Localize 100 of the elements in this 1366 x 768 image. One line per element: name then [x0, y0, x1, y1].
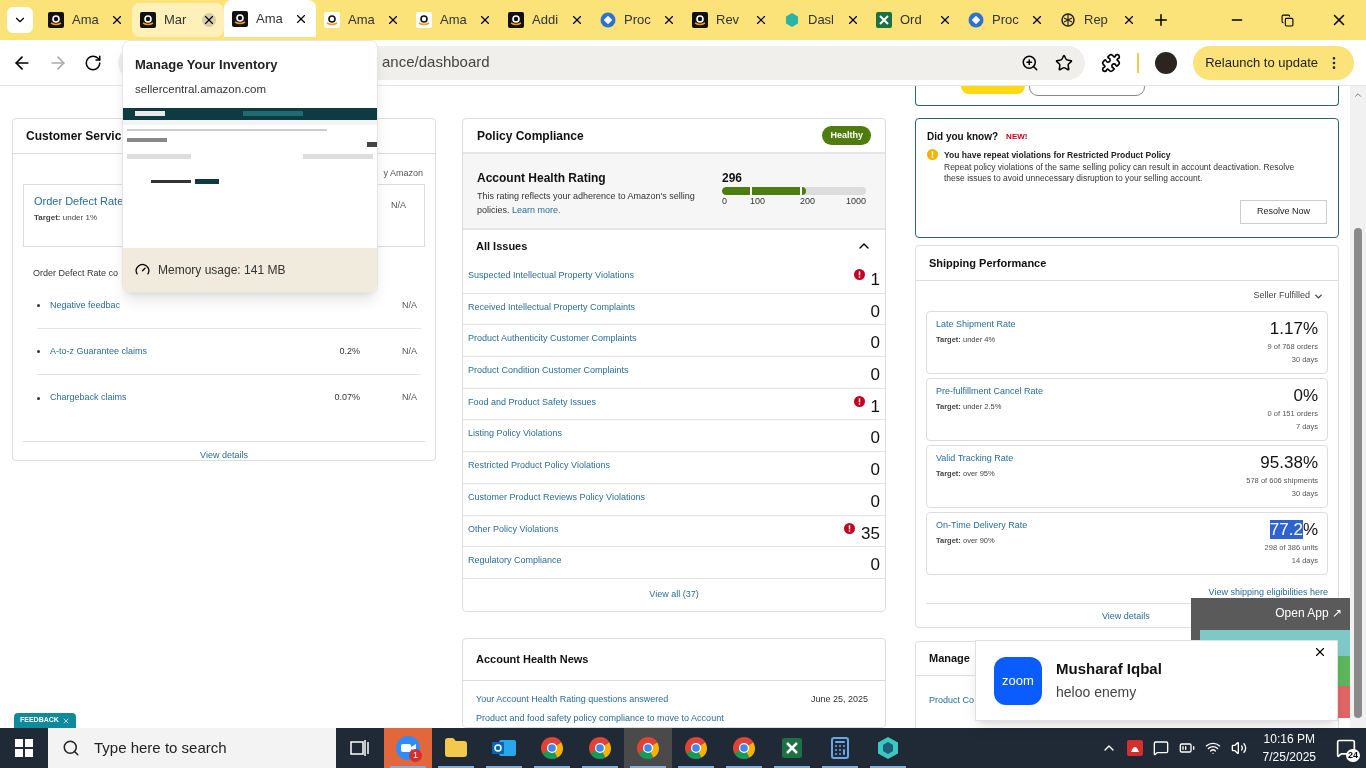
- section-title: All Issues: [476, 238, 528, 254]
- browser-tab[interactable]: Ama: [224, 0, 316, 37]
- browser-tab[interactable]: Ama: [408, 3, 500, 37]
- metric-link[interactable]: On-Time Delivery Rate: [936, 519, 1028, 533]
- browser-tab[interactable]: Mar: [132, 3, 224, 37]
- metric-link[interactable]: Order Defect Rate: [34, 193, 124, 210]
- issue-link[interactable]: Product Condition Customer Complaints: [468, 364, 629, 378]
- browser-tab[interactable]: Ord: [868, 3, 960, 37]
- card-title: Manage: [929, 651, 970, 667]
- close-icon[interactable]: [1030, 13, 1044, 27]
- close-icon[interactable]: [1313, 645, 1327, 659]
- reload-icon[interactable]: [84, 53, 102, 72]
- resolve-now-button[interactable]: Resolve Now: [1240, 199, 1327, 224]
- learn-more-link[interactable]: Learn more.: [512, 205, 561, 215]
- tab-search-button[interactable]: [7, 7, 33, 33]
- view-all-link[interactable]: View all (37): [649, 588, 699, 602]
- metric-link[interactable]: Negative feedbac: [50, 298, 250, 313]
- alert-icon: [853, 395, 865, 407]
- view-details-link[interactable]: View details: [200, 448, 248, 463]
- chrome-icon[interactable]: [540, 736, 564, 760]
- metric-link[interactable]: Pre-fulfillment Cancel Rate: [936, 385, 1044, 399]
- alert-icon: [844, 522, 856, 534]
- close-icon[interactable]: [662, 13, 676, 27]
- chrome-icon[interactable]: [636, 736, 660, 760]
- spreadsheet-app-icon[interactable]: [780, 736, 804, 760]
- network-icon[interactable]: [1204, 740, 1221, 756]
- bullet-icon: [37, 304, 40, 307]
- browser-tab[interactable]: Proc: [592, 3, 684, 37]
- browser-tab[interactable]: Addi: [500, 3, 592, 37]
- close-icon[interactable]: [110, 13, 124, 27]
- issue-link[interactable]: Food and Product Safety Issues: [468, 395, 597, 410]
- new-tab-icon[interactable]: [1152, 11, 1170, 29]
- news-link[interactable]: Your Account Health Rating questions answered: [476, 692, 756, 707]
- close-icon[interactable]: [570, 13, 584, 27]
- taskbar-search-field[interactable]: Type here to search: [48, 728, 336, 768]
- product-link[interactable]: Product Co: [929, 695, 975, 705]
- open-app-link[interactable]: Open App ↗: [1275, 604, 1342, 622]
- close-icon[interactable]: [1122, 13, 1136, 27]
- bookmark-star-icon[interactable]: [1055, 53, 1074, 72]
- issue-count: 0: [870, 555, 880, 576]
- folder-icon[interactable]: [444, 736, 468, 760]
- preview-url: sellercentral.amazon.com: [135, 81, 268, 97]
- issue-link[interactable]: Restricted Product Policy Violations: [468, 459, 610, 473]
- metric-link[interactable]: Valid Tracking Rate: [936, 452, 1014, 466]
- scale-tick: 0: [722, 195, 728, 208]
- close-icon[interactable]: [938, 13, 952, 27]
- metric-link[interactable]: Chargeback claims: [50, 391, 250, 405]
- profile-avatar[interactable]: [1155, 51, 1178, 74]
- issue-link[interactable]: Regulatory Compliance: [468, 554, 562, 568]
- calculator-icon[interactable]: [828, 736, 852, 760]
- zoom-logo: zoom: [994, 656, 1042, 705]
- chrome-icon[interactable]: [732, 736, 756, 760]
- close-icon[interactable]: [754, 13, 768, 27]
- news-link[interactable]: Product and food safety policy compliance to move to Account: [476, 712, 756, 726]
- extensions-icon[interactable]: [1101, 52, 1122, 73]
- notification-center-button[interactable]: 24: [1332, 734, 1360, 762]
- rating-title: Account Health Rating: [477, 170, 607, 187]
- zoom-icon[interactable]: [1021, 53, 1040, 72]
- chrome-icon[interactable]: [684, 736, 708, 760]
- close-icon[interactable]: [846, 13, 860, 27]
- scale-tick: 1000: [844, 195, 866, 208]
- battery-icon[interactable]: [1178, 740, 1195, 756]
- issue-link[interactable]: Other Policy Violations: [468, 522, 559, 536]
- issue-link[interactable]: Received Intellectual Property Complaints: [468, 300, 636, 315]
- browser-tab[interactable]: Dasl: [776, 3, 868, 37]
- close-icon[interactable]: [386, 13, 400, 27]
- scrollbar-thumb[interactable]: [1354, 228, 1362, 718]
- chat-tray-icon[interactable]: [1152, 740, 1169, 756]
- restore-icon[interactable]: [1281, 13, 1294, 27]
- hexagon-app-icon[interactable]: [876, 736, 900, 760]
- sender-name: Musharaf Iqbal: [1056, 658, 1162, 679]
- chrome-icon[interactable]: [588, 736, 612, 760]
- issue-link[interactable]: Product Authenticity Customer Complaints: [468, 332, 637, 346]
- eligibility-link[interactable]: View shipping eligibilities here: [1208, 585, 1328, 599]
- issue-link[interactable]: Listing Policy Violations: [468, 427, 562, 441]
- windows-start-icon[interactable]: [15, 739, 33, 757]
- issue-link[interactable]: Customer Product Reviews Policy Violations: [468, 490, 645, 505]
- view-details-link[interactable]: View details: [1102, 609, 1150, 624]
- metric-link[interactable]: A-to-z Guarantee claims: [50, 344, 250, 359]
- badge-logo-icon: [968, 12, 984, 28]
- close-icon[interactable]: [202, 13, 216, 27]
- issue-link[interactable]: Suspected Intellectual Property Violations: [468, 269, 634, 283]
- browser-tab[interactable]: Rev: [684, 3, 776, 37]
- metric-link[interactable]: Late Shipment Rate: [936, 318, 1016, 332]
- knot-logo-icon: [1060, 12, 1076, 28]
- relaunch-button[interactable]: Relaunch to update: [1193, 45, 1354, 80]
- metric-value: N/A: [401, 391, 418, 405]
- issue-count: 0: [870, 365, 880, 386]
- clock-date[interactable]: 7/25/2025: [1262, 748, 1316, 766]
- browser-tab[interactable]: Ama: [316, 3, 408, 37]
- browser-tab[interactable]: Ama: [40, 3, 132, 37]
- card-title: Shipping Performance: [929, 255, 1047, 271]
- clock-time[interactable]: 10:16 PM: [1263, 730, 1315, 748]
- browser-tab[interactable]: Rep: [1052, 3, 1144, 37]
- preview-title: Manage Your Inventory: [135, 56, 279, 74]
- close-icon[interactable]: [478, 13, 492, 27]
- volume-icon[interactable]: [1230, 740, 1247, 756]
- fulfillment-dropdown[interactable]: Seller Fulfilled: [1253, 289, 1324, 303]
- task-view-icon[interactable]: [350, 739, 370, 757]
- browser-tab[interactable]: Proc: [960, 3, 1052, 37]
